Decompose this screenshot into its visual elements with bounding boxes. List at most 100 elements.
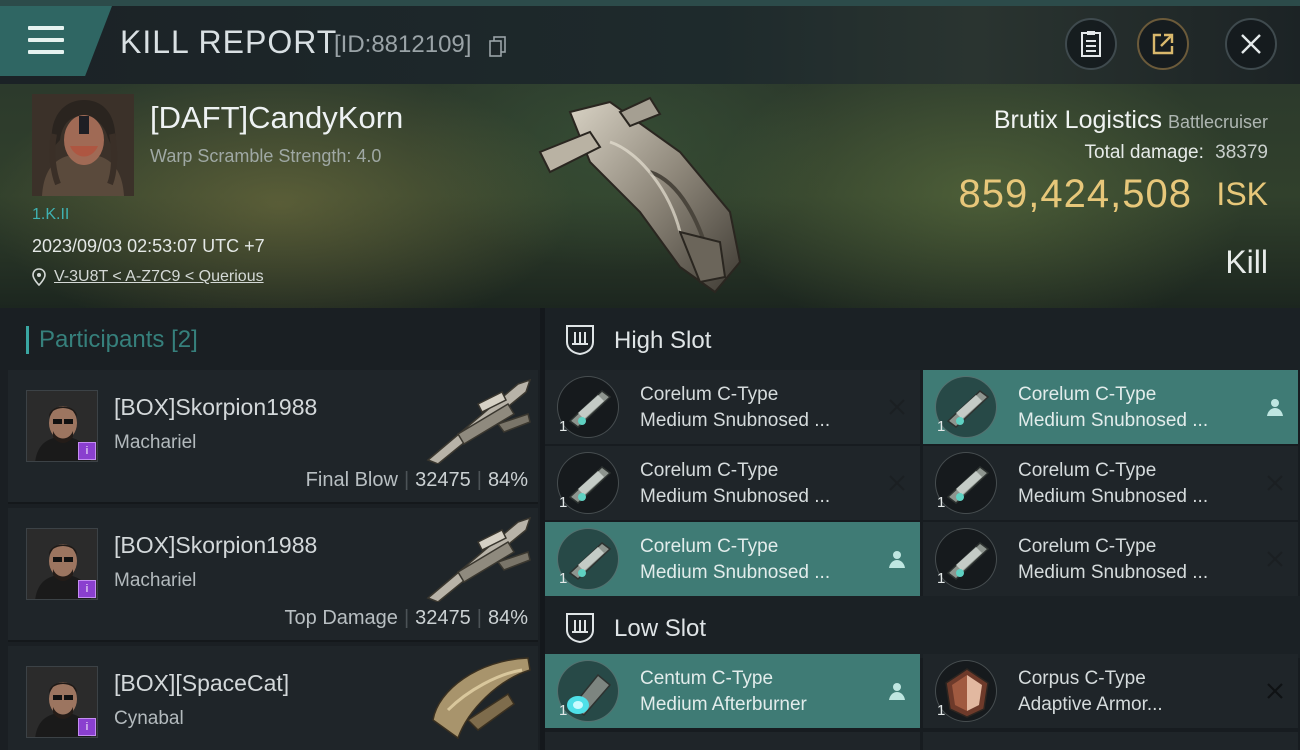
module-type: Medium Snubnosed ... [640, 562, 831, 583]
destroyed-icon [889, 475, 905, 491]
participant-name[interactable]: [BOX]Skorpion1988 [114, 532, 317, 559]
module-slot[interactable]: 1 Corelum C-Type Medium Snubnosed ... [545, 446, 920, 520]
module-type: Medium Snubnosed ... [1018, 486, 1209, 507]
victim-ship-name[interactable]: Brutix Logistics [994, 106, 1162, 134]
module-quantity: 1 [559, 570, 568, 587]
destroyed-icon [1267, 683, 1283, 699]
victim-avatar [32, 94, 134, 196]
module-quantity: 1 [937, 702, 946, 719]
high-slot-title: High Slot [614, 327, 712, 354]
menu-button[interactable] [0, 6, 112, 76]
destroyed-icon [889, 399, 905, 415]
kill-location[interactable]: V-3U8T < A-Z7C9 < Querious [32, 268, 264, 286]
header-bar: KILL REPORT [ID:8812109] [0, 0, 1300, 84]
participant-ship: Machariel [114, 570, 197, 591]
module-slot[interactable]: 1 Corelum C-Type Medium Snubnosed ... [545, 370, 920, 444]
kill-id: [ID:8812109] [334, 31, 472, 58]
share-button[interactable] [1137, 18, 1189, 70]
module-quantity: 1 [937, 494, 946, 511]
victim-ship-image[interactable] [530, 92, 760, 302]
module-slot[interactable]: 1 Centum C-Type Medium Afterburner [545, 654, 920, 728]
warp-scramble-strength: Warp Scramble Strength: 4.0 [150, 146, 382, 166]
participants-panel: Participants [2] i [BOX]Skorpion1988 Mac… [0, 308, 540, 750]
module-type: Adaptive Armor... [1018, 694, 1163, 715]
module-name: Corelum C-Type [1018, 460, 1157, 481]
kill-timestamp: 2023/09/03 02:53:07 UTC +7 [32, 236, 265, 256]
location-link[interactable]: V-3U8T < A-Z7C9 < Querious [54, 268, 264, 286]
dropped-icon [889, 551, 905, 568]
module-type: Medium Snubnosed ... [640, 410, 831, 431]
close-button[interactable] [1225, 18, 1277, 70]
menu-icon [28, 26, 64, 56]
low-slot-title: Low Slot [614, 615, 707, 642]
header-accent-line [0, 0, 1300, 6]
isk-value: 859,424,508 [958, 172, 1192, 216]
dropped-icon [889, 683, 905, 700]
participant-ship-image[interactable] [418, 374, 538, 464]
module-name: Corelum C-Type [640, 384, 779, 405]
close-icon [1241, 34, 1261, 54]
module-quantity: 1 [559, 418, 568, 435]
module-slot[interactable]: 1 Corpus C-Type Adaptive Armor... [923, 654, 1298, 728]
victim-portrait[interactable] [32, 94, 134, 196]
module-type: Medium Afterburner [640, 694, 807, 715]
participant-card[interactable]: i [BOX][SpaceCat] Cynabal [8, 646, 538, 750]
victim-banner: [DAFT]CandyKorn Warp Scramble Strength: … [0, 84, 1300, 308]
participant-percent: 84% [487, 607, 528, 629]
destroyed-icon [1267, 551, 1283, 567]
participant-stats: Top Damage | 32475 | 84% [284, 607, 528, 629]
dropped-icon [1267, 399, 1283, 416]
participant-ship: Cynabal [114, 708, 184, 729]
module-type: Medium Snubnosed ... [1018, 562, 1209, 583]
kill-report-screen: KILL REPORT [ID:8812109] [DAFT]CandyKorn… [0, 0, 1300, 750]
participants-header: Participants [2] [26, 326, 198, 354]
participant-ship-image[interactable] [418, 650, 538, 740]
share-icon [1152, 33, 1174, 55]
module-slot-partial [545, 732, 920, 750]
location-pin-icon [32, 268, 46, 286]
participant-stats: Final Blow | 32475 | 84% [305, 469, 528, 491]
participant-name[interactable]: [BOX]Skorpion1988 [114, 394, 317, 421]
participant-name[interactable]: [BOX][SpaceCat] [114, 670, 289, 697]
high-slot-icon [566, 325, 594, 356]
module-slot[interactable]: 1 Corelum C-Type Medium Snubnosed ... [923, 370, 1298, 444]
module-name: Centum C-Type [640, 668, 774, 689]
module-type: Medium Snubnosed ... [1018, 410, 1209, 431]
module-slot[interactable]: 1 Corelum C-Type Medium Snubnosed ... [545, 522, 920, 596]
victim-ship-info: Brutix Logistics Battlecruiser [994, 106, 1268, 135]
participant-damage: 32475 [415, 607, 471, 629]
victim-name: [DAFT]CandyKorn [150, 100, 404, 135]
security-status: 1.K.II [32, 206, 70, 223]
participant-ship-image[interactable] [418, 512, 538, 602]
pilot-badge: i [78, 442, 96, 460]
copy-icon[interactable] [489, 36, 507, 58]
module-name: Corpus C-Type [1018, 668, 1146, 689]
module-type: Medium Snubnosed ... [640, 486, 831, 507]
destroyed-icon [1267, 475, 1283, 491]
final-blow-label: Final Blow [305, 469, 398, 491]
fitting-panel: High Slot 1 Corelum C-Type Medium Snubno… [545, 308, 1300, 750]
module-slot[interactable]: 1 Corelum C-Type Medium Snubnosed ... [923, 446, 1298, 520]
participants-count: [2] [171, 326, 198, 353]
victim-ship-class: Battlecruiser [1167, 112, 1268, 132]
top-damage-label: Top Damage [284, 607, 398, 629]
low-slot-header: Low Slot [545, 596, 1300, 658]
participant-card[interactable]: i [BOX]Skorpion1988 Machariel Top Damage… [8, 508, 538, 642]
high-slot-header: High Slot [545, 308, 1300, 370]
clipboard-button[interactable] [1065, 18, 1117, 70]
module-slot[interactable]: 1 Corelum C-Type Medium Snubnosed ... [923, 522, 1298, 596]
module-quantity: 1 [559, 702, 568, 719]
low-slot-icon [566, 613, 594, 644]
pilot-badge: i [78, 718, 96, 736]
participant-percent: 84% [487, 469, 528, 491]
module-slot-partial [923, 732, 1298, 750]
isk-unit: ISK [1216, 176, 1268, 212]
participant-card[interactable]: i [BOX]Skorpion1988 Machariel Final Blow… [8, 370, 538, 504]
participant-ship: Machariel [114, 432, 197, 453]
total-damage-row: Total damage: 38379 [1085, 142, 1268, 164]
participants-label: Participants [39, 326, 165, 353]
module-quantity: 1 [937, 418, 946, 435]
module-name: Corelum C-Type [640, 460, 779, 481]
module-quantity: 1 [559, 494, 568, 511]
module-name: Corelum C-Type [1018, 384, 1157, 405]
